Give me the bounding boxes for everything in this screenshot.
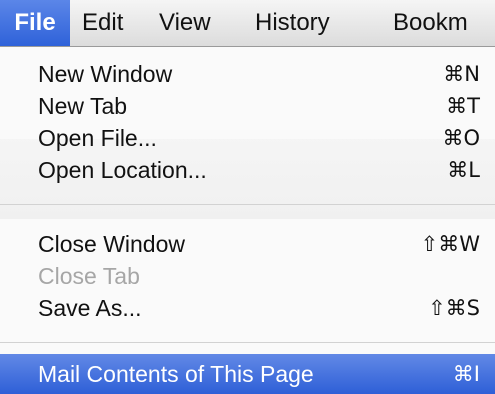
menu-item-shortcut: ⌘N [443,62,480,86]
menu-separator [0,204,495,205]
menu-item-label: Close Tab [38,263,140,289]
menu-item-new-window[interactable]: New Window ⌘N [0,58,495,90]
menu-item-new-tab[interactable]: New Tab ⌘T [0,90,495,122]
menu-item-shortcut: ⌘I [452,362,480,386]
menubar-history[interactable]: History [255,0,330,46]
menu-item-shortcut: ⌘L [447,158,480,182]
menu-item-close-tab: Close Tab [0,260,495,292]
menubar-file[interactable]: File [0,0,70,46]
menu-item-shortcut: ⌘T [446,94,480,118]
menu-item-open-file[interactable]: Open File... ⌘O [0,122,495,154]
menu-item-shortcut: ⇧⌘S [428,296,480,320]
menu-item-label: New Window [38,61,173,87]
menu-item-shortcut: ⇧⌘W [420,232,480,256]
menu-item-open-location[interactable]: Open Location... ⌘L [0,154,495,186]
file-menu: New Window ⌘N New Tab ⌘T Open File... ⌘O… [0,47,495,394]
menu-item-label: Save As... [38,295,142,321]
menu-item-label: Mail Contents of This Page [38,361,314,387]
menu-item-label: New Tab [38,93,128,119]
menubar-bookmarks[interactable]: Bookm [393,0,468,46]
menu-item-close-window[interactable]: Close Window ⇧⌘W [0,228,495,260]
menubar-view[interactable]: View [159,0,211,46]
menu-item-save-as[interactable]: Save As... ⇧⌘S [0,292,495,324]
menu-item-label: Open Location... [38,157,207,183]
menu-item-mail-contents[interactable]: Mail Contents of This Page ⌘I [0,354,495,394]
menubar-edit[interactable]: Edit [82,0,123,46]
menu-item-label: Open File... [38,125,157,151]
menu-bar: File Edit View History Bookm [0,0,495,47]
menu-separator [0,342,495,343]
menu-item-shortcut: ⌘O [442,126,480,150]
menu-item-label: Close Window [38,231,185,257]
